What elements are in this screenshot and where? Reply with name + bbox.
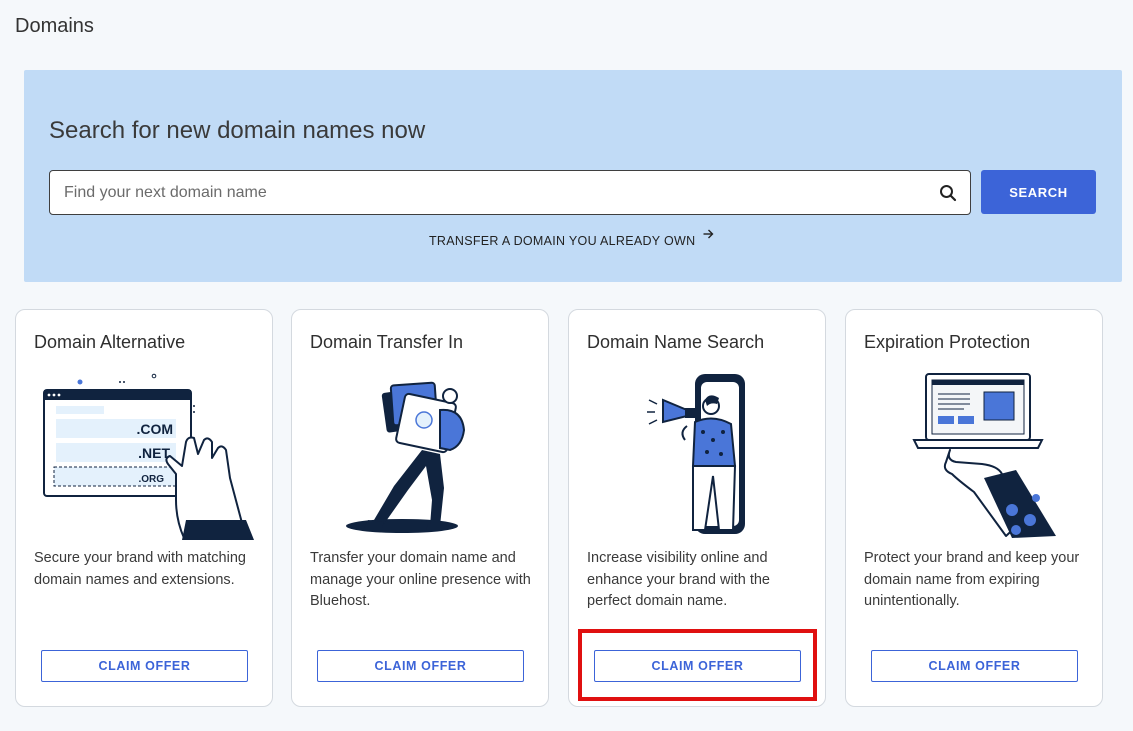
card-description: Secure your brand with matching domain n… — [34, 550, 246, 588]
card-title: Domain Name Search — [587, 332, 765, 352]
arrow-right-icon — [703, 228, 714, 242]
card-description: Transfer your domain name and manage you… — [310, 550, 531, 609]
card-title: Domain Alternative — [34, 332, 186, 352]
card-expiration-protection: Expiration Protection Protect your brand… — [845, 309, 1103, 707]
transfer-illustration — [312, 370, 530, 540]
transfer-domain-link-label: TRANSFER A DOMAIN YOU ALREADY OWN — [429, 234, 696, 248]
domain-search-input[interactable] — [50, 171, 938, 214]
card-description: Protect your brand and keep your domain … — [864, 550, 1080, 609]
dot-com-label: .COM — [136, 421, 173, 437]
transfer-domain-link[interactable]: TRANSFER A DOMAIN YOU ALREADY OWN — [429, 229, 714, 248]
card-title: Expiration Protection — [864, 332, 1031, 352]
card-domain-transfer-in: Domain Transfer In Transfer your domain … — [291, 309, 549, 707]
card-domain-alternative: Domain Alternative .COM .NET .ORG Secure… — [15, 309, 273, 707]
claim-offer-button[interactable]: CLAIM OFFER — [317, 650, 524, 682]
claim-offer-button[interactable]: CLAIM OFFER — [871, 650, 1078, 682]
dot-org-label: .ORG — [138, 474, 164, 485]
search-heading: Search for new domain names now — [49, 117, 426, 144]
megaphone-illustration — [589, 370, 807, 540]
card-title: Domain Transfer In — [310, 332, 464, 352]
search-button[interactable]: SEARCH — [981, 170, 1096, 214]
search-icon[interactable] — [938, 183, 958, 203]
card-domain-name-search: Domain Name Search Increase visibility o… — [568, 309, 826, 707]
page-title: Domains — [15, 15, 94, 37]
domain-extensions-illustration: .COM .NET .ORG — [36, 370, 254, 540]
claim-offer-button[interactable]: CLAIM OFFER — [594, 650, 801, 682]
domain-search-panel: Search for new domain names now SEARCH T… — [24, 70, 1122, 282]
claim-offer-button[interactable]: CLAIM OFFER — [41, 650, 248, 682]
card-description: Increase visibility online and enhance y… — [587, 550, 770, 609]
laptop-hand-illustration — [866, 370, 1084, 540]
search-box[interactable] — [49, 170, 971, 215]
